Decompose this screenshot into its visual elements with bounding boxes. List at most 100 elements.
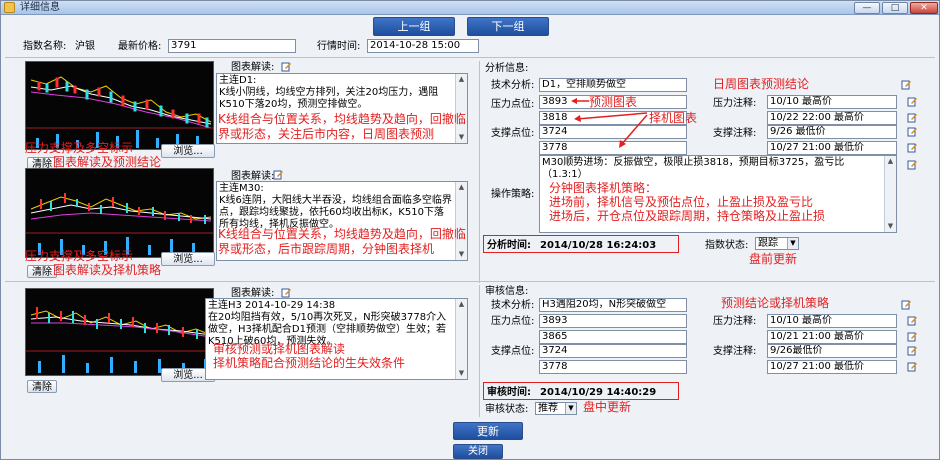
commentary-3-annotation-1: 审核预测或择机图表解读 (213, 342, 346, 356)
price-label: 最新价格: (118, 41, 162, 52)
edit-icon[interactable] (907, 96, 918, 107)
tech-analysis-field[interactable]: D1，空排顺势做空 (539, 78, 687, 92)
review-support-note-field-2[interactable]: 10/27 21:00 最低价 (767, 360, 897, 374)
review-support-field-1[interactable]: 3724 (539, 344, 687, 358)
edit-icon[interactable] (907, 361, 918, 372)
scrollbar[interactable]: ▲ ▼ (455, 299, 467, 379)
thumb2-caption: 图表解读及择机策略 (53, 263, 162, 277)
scrollbar[interactable]: ▲ ▼ (884, 156, 896, 232)
edit-icon[interactable] (901, 79, 912, 90)
section-divider (5, 281, 935, 282)
pressure-note-label: 压力注释: (713, 98, 757, 109)
price-field[interactable]: 3791 (168, 39, 296, 53)
edit-icon[interactable] (907, 331, 918, 342)
analysis-title: 分析信息: (485, 63, 529, 74)
commentary-text-3: 主连H3 2014-10-29 14:38 在20均阻挡有效，5/10再次死叉，… (208, 300, 447, 347)
window-icon (4, 2, 15, 13)
review-time-value: 2014/10/29 14:40:29 (540, 387, 657, 398)
update-button[interactable]: 更新 (453, 422, 523, 440)
review-resist-field-1[interactable]: 3893 (539, 314, 687, 328)
title-bar: 详细信息 — □ ✕ (1, 1, 939, 15)
chevron-down-icon: ▼ (565, 403, 576, 414)
review-support-note-field-1[interactable]: 9/26最低价 (767, 344, 897, 358)
edit-icon[interactable] (907, 159, 918, 170)
edit-icon[interactable] (281, 61, 292, 72)
status-annotation: 盘前更新 (749, 252, 798, 266)
review-status-label: 审核状态: (485, 404, 529, 415)
index-status-value: 跟踪 (758, 238, 778, 249)
pressure-note-field-1[interactable]: 10/10 最高价 (767, 95, 897, 109)
review-pressure-note-field-2[interactable]: 10/21 21:00 最高价 (767, 330, 897, 344)
edit-icon[interactable] (907, 126, 918, 137)
strategy-label: 操作策略: (491, 189, 535, 200)
edit-icon[interactable] (907, 315, 918, 326)
maximize-button[interactable]: □ (882, 2, 908, 14)
clear-button-3[interactable]: 清除 (27, 380, 57, 393)
strategy-annotation-1: 分钟图表择机策略： (549, 181, 658, 195)
edit-icon[interactable] (273, 169, 284, 180)
quote-time-field[interactable]: 2014-10-28 15:00 (367, 39, 479, 53)
strategy-annotation-2: 进场前，择机信号及预估点位，止盈止损及盈亏比 (549, 195, 814, 209)
edit-icon[interactable] (907, 142, 918, 153)
strategy-text: M30顺势进场：反振做空，极限止损3818，预期目标3725，盈亏比（1.3:1… (542, 157, 845, 180)
top-column-divider (479, 61, 480, 283)
index-name-label: 指数名称: (23, 41, 67, 52)
edit-icon[interactable] (901, 299, 912, 310)
thumb1-caption: 图表解读及预测结论 (53, 155, 162, 169)
next-group-button[interactable]: 下一组 (467, 17, 549, 36)
header-divider (5, 57, 935, 58)
resist-label: 压力点位: (491, 99, 535, 110)
support-note-field-1[interactable]: 9/26 最低价 (767, 125, 897, 139)
annotation-arrows (571, 98, 648, 148)
analysis-time-value: 2014/10/28 16:24:03 (540, 240, 657, 251)
commentary-2-annotation: K线组合与位置关系，均线趋势及趋向，回撤临界或形态，后市跟踪周期，分钟图表择机 (218, 227, 466, 256)
support-note-field-2[interactable]: 10/27 21:00 最低价 (767, 141, 897, 155)
commentary-1-annotation: K线组合与位置关系，均线趋势及趋向，回撤临界或形态，关注后市内容，日周图表预测 (218, 112, 466, 141)
review-support-note-label: 支撑注释: (713, 346, 757, 357)
review-title: 审核信息: (485, 286, 529, 297)
window-title: 详细信息 (20, 2, 60, 13)
strategy-annotation-3: 进场后，开仓点位及跟踪周期，持仓策略及止盈止损 (549, 209, 826, 223)
edit-icon[interactable] (281, 287, 292, 298)
review-status-select[interactable]: 推荐 ▼ (535, 402, 577, 415)
minimize-button[interactable]: — (854, 2, 880, 14)
pressure-note-field-2[interactable]: 10/22 22:00 最高价 (767, 111, 897, 125)
edit-icon[interactable] (907, 345, 918, 356)
review-tech-label: 技术分析: (491, 300, 535, 311)
tech-analysis-annotation: 日周图表预测结论 (713, 77, 810, 91)
close-window-button[interactable]: ✕ (910, 2, 938, 14)
chart-thumbnail-h3[interactable] (25, 288, 214, 376)
review-status-value: 推荐 (538, 403, 558, 414)
review-pressure-note-field-1[interactable]: 10/10 最高价 (767, 314, 897, 328)
analysis-time-label: 分析时间: (487, 240, 531, 251)
review-resist-field-2[interactable]: 3865 (539, 330, 687, 344)
commentary-3-annotation-2: 择机策略配合预测结论的生失效条件 (213, 356, 406, 370)
chart-thumbnail-daily[interactable] (25, 61, 214, 150)
chevron-down-icon: ▼ (787, 238, 798, 249)
commentary-text-1: 主连D1: K线小阴线，均线空方排列，关注20均压力，遇阻K510下落20均，预… (219, 75, 439, 110)
bottom-column-divider (479, 285, 480, 417)
review-status-annotation: 盘中更新 (583, 400, 632, 414)
tech-analysis-label: 技术分析: (491, 80, 535, 91)
support-annotation: 择机图表 (649, 111, 698, 125)
review-support-field-2[interactable]: 3778 (539, 360, 687, 374)
index-status-label: 指数状态: (705, 240, 749, 251)
thumb1-annotation: 压力支撑及多空标示 (25, 141, 134, 155)
close-button[interactable]: 关闭 (453, 444, 503, 459)
browse-button-2[interactable]: 浏览... (161, 252, 215, 266)
quote-time-label: 行情时间: (317, 41, 361, 52)
review-tech-annotation: 预测结论或择机策略 (721, 296, 830, 310)
review-tech-field[interactable]: H3遇阻20均，N形突破做空 (539, 298, 687, 312)
index-name-value: 沪银 (75, 41, 95, 52)
detail-window: 详细信息 — □ ✕ 上一组 下一组 指数名称: 沪银 最新价格: 3791 行… (0, 0, 940, 460)
prev-group-button[interactable]: 上一组 (373, 17, 455, 36)
review-resist-label: 压力点位: (491, 316, 535, 327)
browse-button-1[interactable]: 浏览... (161, 144, 215, 158)
index-status-select[interactable]: 跟踪 ▼ (755, 237, 799, 250)
support-note-label: 支撑注释: (713, 128, 757, 139)
review-pressure-note-label: 压力注释: (713, 316, 757, 327)
thumb2-annotation: 压力支撑及多空标示 (25, 249, 134, 263)
commentary-text-2: 主连M30: K线6连阴，大阳线大半吞没，均线组合面临多空临界点，跟踪均线聚拢，… (219, 183, 452, 230)
chart-thumbnail-m30[interactable] (25, 168, 214, 258)
edit-icon[interactable] (907, 112, 918, 123)
